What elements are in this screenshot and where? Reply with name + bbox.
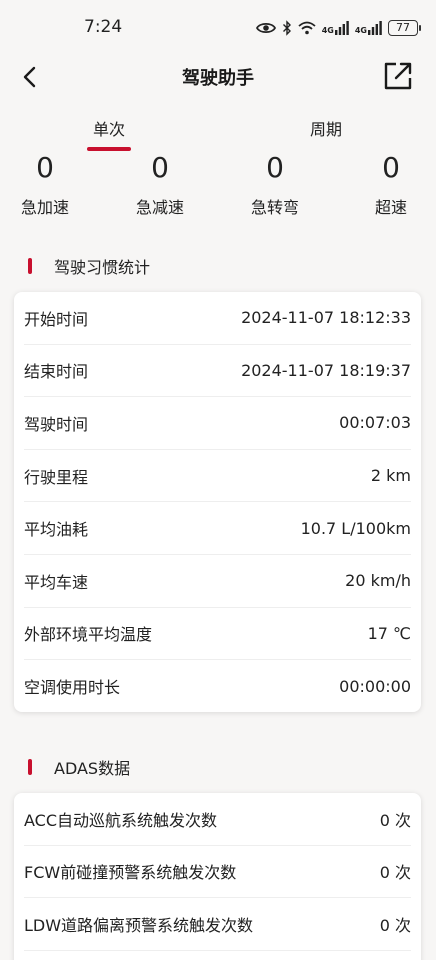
row-driving-time: 驾驶时间 00:07:03 xyxy=(24,397,411,450)
app-header: 驾驶助手 xyxy=(0,52,436,100)
battery-indicator: 77 xyxy=(388,20,421,36)
row-value: 0 次 xyxy=(379,863,411,883)
row-value: 2024-11-07 18:19:37 xyxy=(241,360,411,380)
row-mileage: 行驶里程 2 km xyxy=(24,450,411,503)
counter-value: 0 xyxy=(382,151,400,184)
counter-value: 0 xyxy=(151,151,169,184)
row-value: 0 次 xyxy=(379,915,411,935)
counter-rapid-acceleration: 0 急加速 xyxy=(5,150,85,218)
bluetooth-icon xyxy=(282,20,291,36)
tab-bar: 单次 周期 xyxy=(0,112,436,154)
row-value: 00:00:00 xyxy=(339,676,411,696)
row-label: 结束时间 xyxy=(24,362,89,382)
row-start-time: 开始时间 2024-11-07 18:12:33 xyxy=(24,292,411,345)
row-acc-count: ACC自动巡航系统触发次数 0 次 xyxy=(24,793,411,846)
status-icons: 4G 4G 77 xyxy=(255,17,421,39)
tab-single[interactable]: 单次 xyxy=(49,116,169,140)
adas-card: ACC自动巡航系统触发次数 0 次 FCW前碰撞预警系统触发次数 0 次 LDW… xyxy=(14,793,421,960)
counter-label: 超速 xyxy=(374,198,407,217)
row-label: 驾驶时间 xyxy=(24,414,89,434)
habits-card: 开始时间 2024-11-07 18:12:33 结束时间 2024-11-07… xyxy=(14,292,421,712)
row-fuel-consumption: 平均油耗 10.7 L/100km xyxy=(24,502,411,555)
row-label: ACC自动巡航系统触发次数 xyxy=(24,810,218,830)
cellular-signal-1: 4G xyxy=(322,21,349,35)
counter-value: 0 xyxy=(36,151,54,184)
counter-rapid-deceleration: 0 急减速 xyxy=(120,150,200,218)
row-label: 空调使用时长 xyxy=(24,678,121,698)
row-label: 行驶里程 xyxy=(24,467,89,487)
counter-value: 0 xyxy=(266,151,284,184)
tab-period[interactable]: 周期 xyxy=(266,116,386,140)
page-title: 驾驶助手 xyxy=(182,68,254,89)
section-title: ADAS数据 xyxy=(54,759,131,778)
row-label: 平均车速 xyxy=(24,572,89,592)
counter-label: 急减速 xyxy=(135,198,184,217)
row-end-time: 结束时间 2024-11-07 18:19:37 xyxy=(24,345,411,398)
row-average-speed: 平均车速 20 km/h xyxy=(24,555,411,608)
cellular-signal-2: 4G xyxy=(355,21,382,35)
status-bar: 7:24 4G 4G 77 xyxy=(0,0,436,52)
row-value: 00:07:03 xyxy=(339,413,411,433)
status-time: 7:24 xyxy=(84,17,123,37)
row-label: 开始时间 xyxy=(24,309,89,329)
section-heading-adas: ADAS数据 xyxy=(28,755,130,779)
counter-label: 急加速 xyxy=(20,198,69,217)
row-value: 20 km/h xyxy=(345,571,411,591)
row-outside-temperature: 外部环境平均温度 17 ℃ xyxy=(24,608,411,661)
row-value: 0 次 xyxy=(379,810,411,830)
row-value: 2024-11-07 18:12:33 xyxy=(241,308,411,328)
row-value: 2 km xyxy=(370,466,411,486)
row-label: 平均油耗 xyxy=(24,520,89,540)
signal-bars-icon xyxy=(334,21,349,35)
share-button[interactable] xyxy=(382,60,414,92)
section-accent-bar xyxy=(28,258,32,274)
counter-sharp-turn: 0 急转弯 xyxy=(235,150,315,218)
row-label: FCW前碰撞预警系统触发次数 xyxy=(24,863,237,883)
counter-speeding: 0 超速 xyxy=(351,150,431,218)
share-icon xyxy=(384,62,412,90)
eye-icon xyxy=(255,22,276,34)
row-value: 10.7 L/100km xyxy=(300,518,411,538)
section-accent-bar xyxy=(28,759,32,775)
section-heading-habits: 驾驶习惯统计 xyxy=(28,254,150,278)
row-fcw-count: FCW前碰撞预警系统触发次数 0 次 xyxy=(24,846,411,899)
row-value: 17 ℃ xyxy=(367,623,411,643)
wifi-icon xyxy=(298,21,316,35)
event-counters: 0 急加速 0 急减速 0 急转弯 0 超速 xyxy=(0,150,436,226)
row-ldw-count: LDW道路偏离预警系统触发次数 0 次 xyxy=(24,898,411,951)
counter-label: 急转弯 xyxy=(250,198,299,217)
driving-assistant-screen: 7:24 4G 4G 77 驾驶助手 单次 周期 0 急加速 0 急减速 0 急… xyxy=(0,0,436,960)
section-title: 驾驶习惯统计 xyxy=(54,258,151,277)
signal-bars-icon xyxy=(368,21,382,35)
row-label: LDW道路偏离预警系统触发次数 xyxy=(24,915,254,935)
row-label: 外部环境平均温度 xyxy=(24,625,153,645)
row-ac-usage: 空调使用时长 00:00:00 xyxy=(24,660,411,713)
